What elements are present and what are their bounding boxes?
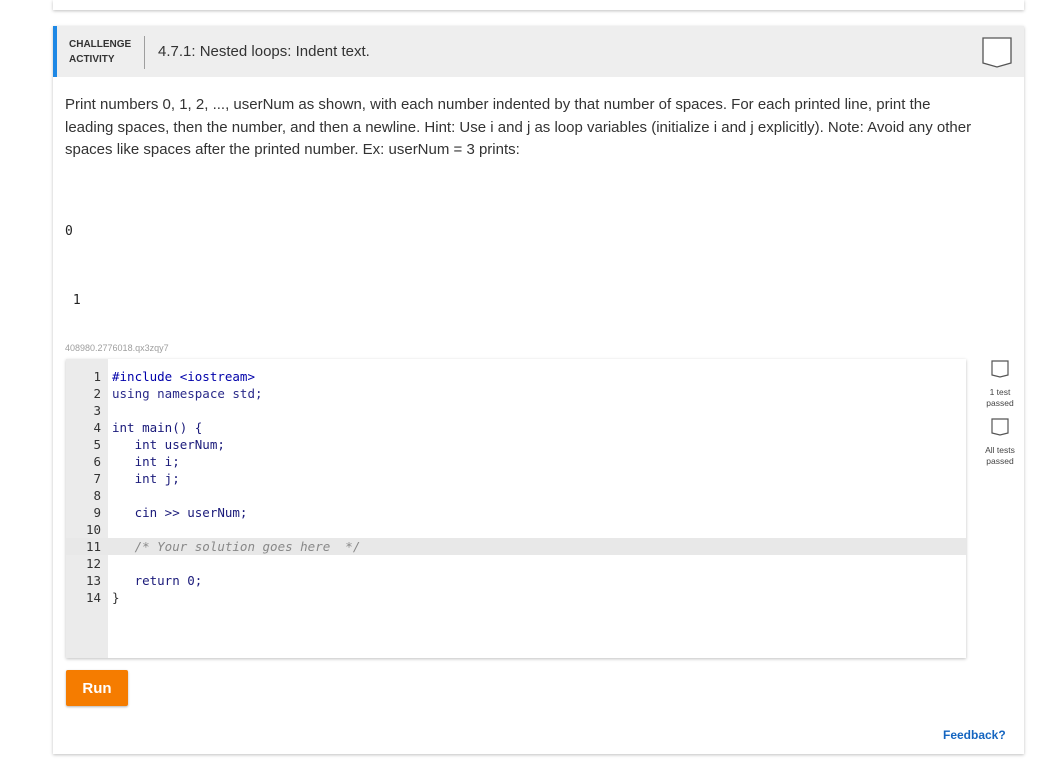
label-line2: ACTIVITY xyxy=(69,54,115,65)
feedback-link[interactable]: Feedback? xyxy=(943,728,1006,742)
code-text[interactable]: cin >> userNum; xyxy=(112,504,248,521)
line-number: 4 xyxy=(93,420,101,435)
test-result-label: All tests passed xyxy=(985,445,1015,467)
code-line[interactable]: 13 return 0; xyxy=(66,572,966,589)
test-label-line: 1 test xyxy=(989,387,1011,397)
previous-card xyxy=(53,0,1024,10)
code-line-active[interactable]: 11 /* Your solution goes here */ xyxy=(66,538,966,555)
line-number: 5 xyxy=(93,437,101,452)
code-line[interactable]: 10 xyxy=(66,521,966,538)
line-number: 11 xyxy=(85,539,101,554)
line-number: 1 xyxy=(93,369,101,384)
line-number: 13 xyxy=(85,573,101,588)
test-label-line: passed xyxy=(986,398,1014,408)
code-text[interactable]: using namespace std; xyxy=(112,385,263,402)
line-number: 7 xyxy=(93,471,101,486)
test-result-all: All tests passed xyxy=(985,418,1015,467)
code-line[interactable]: 5 int userNum; xyxy=(66,436,966,453)
code-line[interactable]: 12 xyxy=(66,555,966,572)
line-number: 9 xyxy=(93,505,101,520)
code-text[interactable]: int j; xyxy=(112,470,180,487)
line-number: 14 xyxy=(85,590,101,605)
example-line: 0 xyxy=(65,224,73,239)
code-text[interactable]: int i; xyxy=(112,453,180,470)
example-line: 1 xyxy=(65,293,81,308)
code-text[interactable]: } xyxy=(112,589,120,606)
challenge-activity-label: CHALLENGE ACTIVITY xyxy=(69,37,131,67)
code-line[interactable]: 7 int j; xyxy=(66,470,966,487)
instructions-text: Print numbers 0, 1, 2, ..., userNum as s… xyxy=(65,96,972,158)
line-number: 3 xyxy=(93,403,101,418)
test-label-line: passed xyxy=(986,456,1014,466)
code-line[interactable]: 9 cin >> userNum; xyxy=(66,504,966,521)
test-label-line: All tests xyxy=(985,445,1015,455)
challenge-header: CHALLENGE ACTIVITY 4.7.1: Nested loops: … xyxy=(53,26,1024,77)
header-divider xyxy=(144,36,145,69)
challenge-title: 4.7.1: Nested loops: Indent text. xyxy=(158,43,370,60)
run-button[interactable]: Run xyxy=(66,670,128,706)
line-number: 8 xyxy=(93,488,101,503)
code-line[interactable]: 8 xyxy=(66,487,966,504)
code-comment[interactable]: /* Your solution goes here */ xyxy=(112,538,361,555)
code-line[interactable]: 3 xyxy=(66,402,966,419)
shield-outline-icon xyxy=(982,37,1012,68)
code-line[interactable]: 1 #include <iostream> xyxy=(66,368,966,385)
code-line[interactable]: 14 } xyxy=(66,589,966,606)
line-number: 2 xyxy=(93,386,101,401)
line-number: 12 xyxy=(85,556,101,571)
code-line[interactable]: 4 int main() { xyxy=(66,419,966,436)
code-line[interactable]: 6 int i; xyxy=(66,453,966,470)
test-result-1: 1 test passed xyxy=(985,360,1015,409)
code-text[interactable]: int userNum; xyxy=(112,436,225,453)
code-editor[interactable]: 1 #include <iostream> 2 using namespace … xyxy=(66,359,966,658)
code-line[interactable]: 2 using namespace std; xyxy=(66,385,966,402)
code-text[interactable]: return 0; xyxy=(112,572,203,589)
label-line1: CHALLENGE xyxy=(69,39,132,50)
challenge-activity-card: CHALLENGE ACTIVITY 4.7.1: Nested loops: … xyxy=(53,26,1024,754)
line-number: 10 xyxy=(85,522,101,537)
line-number: 6 xyxy=(93,454,101,469)
code-text[interactable]: #include <iostream> xyxy=(112,368,255,385)
test-shield-icon xyxy=(991,418,1009,436)
code-text[interactable]: int main() { xyxy=(112,419,202,436)
test-result-label: 1 test passed xyxy=(985,387,1015,409)
test-shield-icon xyxy=(991,360,1009,378)
header-accent-bar xyxy=(53,26,57,77)
activity-id: 408980.2776018.qx3zqy7 xyxy=(65,343,169,353)
